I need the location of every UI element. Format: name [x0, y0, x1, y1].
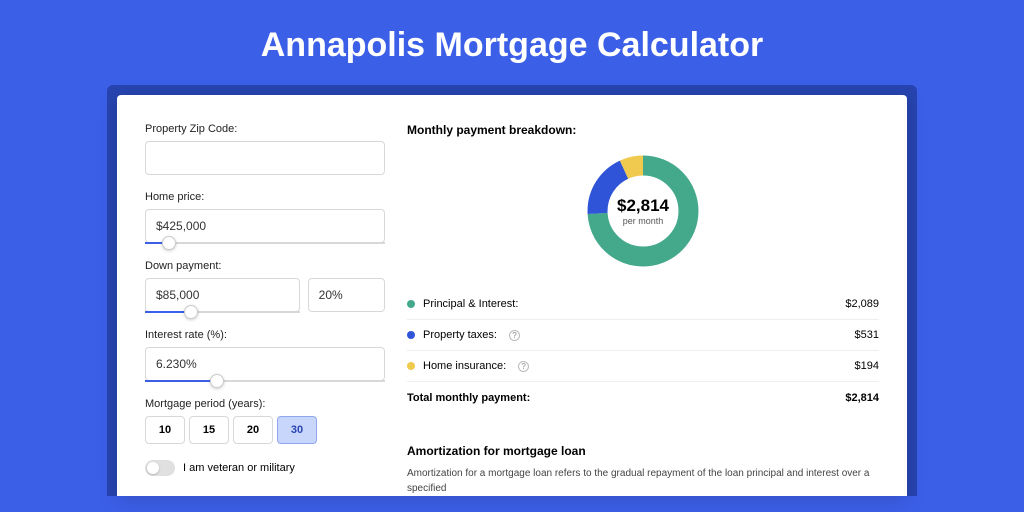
- page-title: Annapolis Mortgage Calculator: [0, 0, 1024, 85]
- donut-amount: $2,814: [617, 196, 669, 216]
- calculator-card: Property Zip Code: Home price: Down paym…: [117, 95, 907, 496]
- legend-label: Property taxes:: [423, 329, 497, 341]
- down-payment-slider[interactable]: [145, 311, 300, 313]
- legend-amount: $194: [855, 360, 879, 372]
- field-down-payment: Down payment:: [145, 260, 385, 313]
- legend-row-principal: Principal & Interest: $2,089: [407, 289, 879, 320]
- legend-label: Principal & Interest:: [423, 298, 518, 310]
- legend-amount: $531: [855, 329, 879, 341]
- legend-label: Home insurance:: [423, 360, 506, 372]
- amortization-title: Amortization for mortgage loan: [407, 444, 879, 458]
- field-interest: Interest rate (%):: [145, 329, 385, 382]
- interest-label: Interest rate (%):: [145, 329, 385, 341]
- card-outer-shadow: Property Zip Code: Home price: Down paym…: [107, 85, 917, 496]
- legend-dot-icon: [407, 331, 415, 339]
- total-label: Total monthly payment:: [407, 392, 530, 404]
- veteran-label: I am veteran or military: [183, 462, 295, 474]
- donut-chart: $2,814 per month: [583, 151, 703, 271]
- help-icon[interactable]: ?: [509, 330, 520, 341]
- veteran-toggle[interactable]: [145, 460, 175, 476]
- legend-dot-icon: [407, 300, 415, 308]
- period-option-15[interactable]: 15: [189, 416, 229, 444]
- total-amount: $2,814: [845, 392, 879, 404]
- interest-input[interactable]: [145, 347, 385, 381]
- legend-row-taxes: Property taxes: ? $531: [407, 320, 879, 351]
- slider-thumb[interactable]: [210, 374, 224, 388]
- legend-row-insurance: Home insurance: ? $194: [407, 351, 879, 382]
- period-option-20[interactable]: 20: [233, 416, 273, 444]
- slider-thumb[interactable]: [184, 305, 198, 319]
- legend-dot-icon: [407, 362, 415, 370]
- field-home-price: Home price:: [145, 191, 385, 244]
- home-price-input[interactable]: [145, 209, 385, 243]
- inputs-column: Property Zip Code: Home price: Down paym…: [145, 123, 385, 496]
- zip-input[interactable]: [145, 141, 385, 175]
- donut-center: $2,814 per month: [583, 151, 703, 271]
- total-row: Total monthly payment: $2,814: [407, 382, 879, 418]
- period-option-10[interactable]: 10: [145, 416, 185, 444]
- home-price-label: Home price:: [145, 191, 385, 203]
- period-option-30[interactable]: 30: [277, 416, 317, 444]
- donut-chart-wrap: $2,814 per month: [407, 145, 879, 289]
- down-payment-amount-input[interactable]: [145, 278, 300, 312]
- veteran-row: I am veteran or military: [145, 460, 385, 476]
- amortization-body: Amortization for a mortgage loan refers …: [407, 466, 879, 496]
- donut-sub: per month: [623, 216, 664, 226]
- breakdown-column: Monthly payment breakdown: $2,814 per mo…: [407, 123, 879, 496]
- down-payment-label: Down payment:: [145, 260, 385, 272]
- slider-thumb[interactable]: [162, 236, 176, 250]
- interest-slider[interactable]: [145, 380, 385, 382]
- period-button-group: 10 15 20 30: [145, 416, 385, 444]
- field-zip: Property Zip Code:: [145, 123, 385, 175]
- breakdown-title: Monthly payment breakdown:: [407, 123, 879, 137]
- zip-label: Property Zip Code:: [145, 123, 385, 135]
- help-icon[interactable]: ?: [518, 361, 529, 372]
- down-payment-pct-input[interactable]: [308, 278, 385, 312]
- field-period: Mortgage period (years): 10 15 20 30: [145, 398, 385, 444]
- home-price-slider[interactable]: [145, 242, 385, 244]
- period-label: Mortgage period (years):: [145, 398, 385, 410]
- legend-amount: $2,089: [845, 298, 879, 310]
